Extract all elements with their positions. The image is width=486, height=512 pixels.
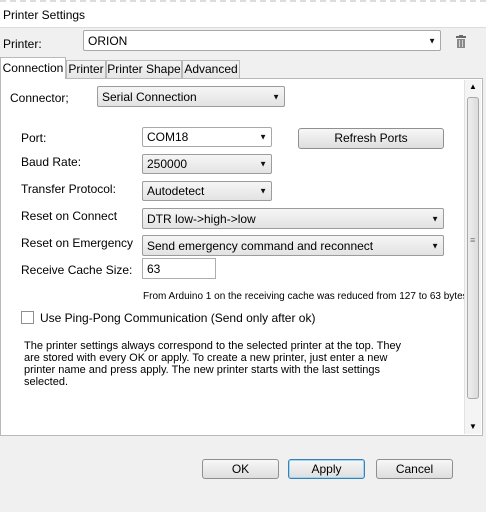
trash-icon[interactable] (455, 35, 467, 49)
baud-rate-label: Baud Rate: (21, 155, 82, 169)
ping-pong-label[interactable]: Use Ping-Pong Communication (Send only a… (40, 311, 315, 325)
chevron-down-icon: ▼ (431, 214, 439, 223)
scrollbar-thumb[interactable]: ≡ (467, 97, 479, 399)
transfer-protocol-select[interactable]: Autodetect ▼ (142, 181, 272, 201)
receive-cache-label: Receive Cache Size: (21, 263, 133, 277)
chevron-down-icon: ▼ (259, 186, 267, 196)
reset-on-emergency-label: Reset on Emergency (21, 236, 134, 250)
chevron-down-icon: ▼ (431, 241, 439, 250)
chevron-down-icon: ▼ (428, 36, 436, 45)
receive-cache-input[interactable]: 63 (142, 258, 216, 279)
cancel-button[interactable]: Cancel (376, 459, 453, 479)
tab-printer-shape[interactable]: Printer Shape (106, 60, 182, 78)
ok-button[interactable]: OK (202, 459, 279, 479)
cache-note: From Arduino 1 on the receiving cache wa… (143, 291, 471, 302)
apply-button[interactable]: Apply (288, 459, 365, 479)
reset-on-connect-label: Reset on Connect (21, 209, 118, 223)
transfer-protocol-select-value: Autodetect (147, 184, 205, 198)
baud-rate-select[interactable]: 250000 ▼ (142, 154, 272, 174)
chevron-down-icon: ▼ (259, 132, 267, 142)
connector-label: Connector; (10, 91, 69, 105)
connector-select[interactable]: Serial Connection ▼ (97, 86, 285, 107)
tab-connection[interactable]: Connection (0, 57, 66, 79)
tab-advanced[interactable]: Advanced (182, 60, 240, 78)
title-bar: Printer Settings (0, 0, 486, 28)
scroll-up-icon[interactable]: ▲ (469, 82, 477, 91)
info-text: The printer settings always correspond t… (24, 340, 402, 388)
reset-on-connect-select[interactable]: DTR low->high->low ▼ (142, 208, 444, 229)
window-frame-edge (0, 0, 486, 2)
grip-icon: ≡ (470, 235, 476, 245)
transfer-protocol-label: Transfer Protocol: (21, 182, 116, 196)
reset-on-connect-select-value: DTR low->high->low (147, 211, 256, 226)
printer-select[interactable]: ORION ▼ (83, 30, 441, 51)
reset-on-emergency-select-value: Send emergency command and reconnect (147, 238, 374, 253)
receive-cache-value: 63 (147, 262, 161, 276)
refresh-ports-button[interactable]: Refresh Ports (298, 128, 444, 149)
reset-on-emergency-select[interactable]: Send emergency command and reconnect ▼ (142, 235, 444, 256)
chevron-down-icon: ▼ (259, 159, 267, 169)
ping-pong-checkbox[interactable] (21, 311, 34, 324)
connector-select-value: Serial Connection (102, 89, 197, 104)
port-select[interactable]: COM18 ▼ (142, 127, 272, 147)
chevron-down-icon: ▼ (272, 92, 280, 101)
panel-scrollbar[interactable]: ▲ ≡ ▼ (464, 80, 481, 434)
port-select-value: COM18 (147, 130, 189, 144)
scroll-down-icon[interactable]: ▼ (469, 422, 477, 431)
printer-label: Printer: (3, 37, 42, 51)
window-title: Printer Settings (3, 8, 86, 22)
port-label: Port: (21, 131, 47, 145)
printer-select-value: ORION (88, 33, 128, 48)
baud-rate-select-value: 250000 (147, 157, 188, 171)
tab-printer[interactable]: Printer (66, 60, 106, 78)
